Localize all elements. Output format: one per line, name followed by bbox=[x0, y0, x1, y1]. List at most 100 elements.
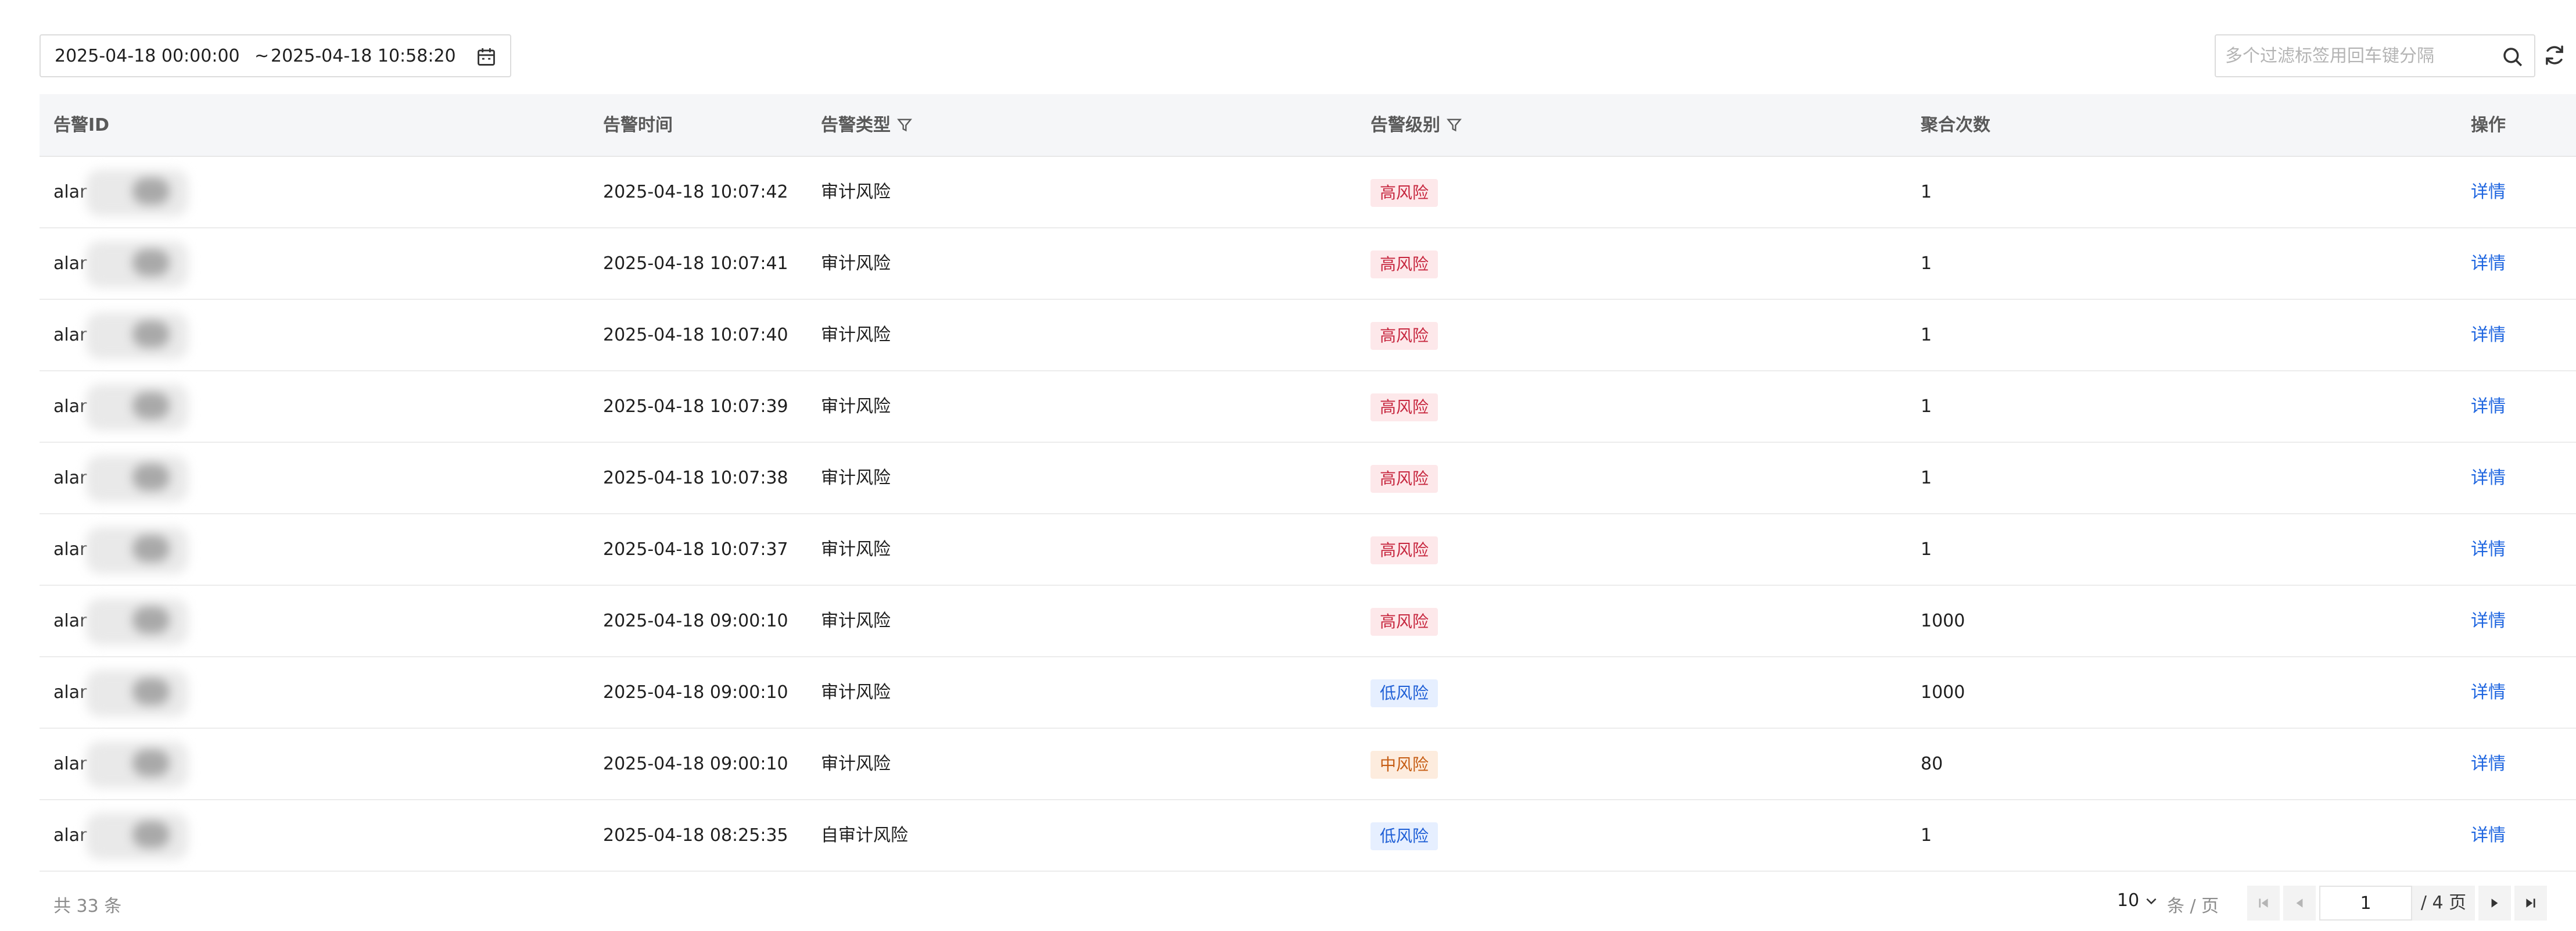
aggregate-count: 80 bbox=[1921, 754, 1943, 774]
detail-link[interactable]: 详情 bbox=[2471, 539, 2506, 560]
alert-id: alar bbox=[53, 325, 87, 345]
alert-time: 2025-04-18 10:07:38 bbox=[603, 468, 788, 488]
level-badge: 高风险 bbox=[1370, 321, 1438, 350]
table-row: alar 2025-04-18 08:25:35 自审计风险 低风险 1 详情 bbox=[40, 800, 2576, 872]
alert-id: alar bbox=[53, 182, 87, 202]
alert-type: 审计风险 bbox=[821, 396, 891, 417]
column-header-alert-level-label: 告警级别 bbox=[1370, 115, 1440, 135]
detail-link[interactable]: 详情 bbox=[2471, 253, 2506, 274]
refresh-icon[interactable] bbox=[2542, 43, 2567, 67]
aggregate-count: 1 bbox=[1921, 396, 1932, 417]
alert-time: 2025-04-18 09:00:10 bbox=[603, 754, 788, 774]
aggregate-count: 1 bbox=[1921, 539, 1932, 560]
current-page-input[interactable] bbox=[2319, 886, 2412, 921]
total-count: 共 33 条 bbox=[53, 896, 122, 916]
detail-link[interactable]: 详情 bbox=[2471, 682, 2506, 703]
level-badge: 中风险 bbox=[1370, 750, 1438, 779]
prev-page-icon bbox=[2296, 898, 2303, 908]
table-row: alar 2025-04-18 10:07:39 审计风险 高风险 1 详情 bbox=[40, 371, 2576, 443]
table-row: alar 2025-04-18 10:07:42 审计风险 高风险 1 详情 bbox=[40, 157, 2576, 228]
tag-filter-search[interactable] bbox=[2215, 34, 2535, 77]
level-badge: 高风险 bbox=[1370, 464, 1438, 493]
level-badge: 高风险 bbox=[1370, 536, 1438, 564]
column-header-alert-time: 告警时间 bbox=[603, 115, 673, 135]
prev-page-button[interactable] bbox=[2283, 886, 2316, 921]
first-page-button[interactable] bbox=[2247, 886, 2280, 921]
redaction-blur bbox=[86, 742, 188, 788]
table-row: alar 2025-04-18 09:00:10 审计风险 低风险 1000 详… bbox=[40, 657, 2576, 729]
redaction-blur bbox=[86, 670, 188, 717]
redaction-blur bbox=[86, 599, 188, 645]
level-badge: 高风险 bbox=[1370, 607, 1438, 636]
alert-id: alar bbox=[53, 539, 87, 560]
table-row: alar 2025-04-18 10:07:38 审计风险 高风险 1 详情 bbox=[40, 443, 2576, 514]
level-badge: 高风险 bbox=[1370, 393, 1438, 421]
alert-time: 2025-04-18 10:07:41 bbox=[603, 253, 788, 274]
last-page-icon bbox=[2526, 898, 2535, 908]
page-size-select[interactable]: 10 bbox=[2117, 890, 2159, 911]
level-badge: 高风险 bbox=[1370, 178, 1438, 207]
alert-id: alar bbox=[53, 825, 87, 846]
aggregate-count: 1 bbox=[1921, 253, 1932, 274]
redaction-blur bbox=[86, 813, 188, 860]
aggregate-count: 1000 bbox=[1921, 682, 1965, 703]
alert-type: 审计风险 bbox=[821, 325, 891, 345]
detail-link[interactable]: 详情 bbox=[2471, 611, 2506, 631]
total-pages: / 4 页 bbox=[2412, 886, 2475, 921]
page-size-unit: 条 / 页 bbox=[2167, 896, 2219, 916]
alert-time: 2025-04-18 10:07:42 bbox=[603, 182, 788, 202]
aggregate-count: 1000 bbox=[1921, 611, 1965, 631]
alert-time: 2025-04-18 10:07:37 bbox=[603, 539, 788, 560]
alert-time: 2025-04-18 10:07:40 bbox=[603, 325, 788, 345]
column-header-alert-type: 告警类型 bbox=[821, 94, 913, 157]
level-badge: 低风险 bbox=[1370, 822, 1438, 850]
last-page-button[interactable] bbox=[2514, 886, 2547, 921]
level-badge: 高风险 bbox=[1370, 250, 1438, 278]
redaction-blur bbox=[86, 527, 188, 574]
alert-id: alar bbox=[53, 754, 87, 774]
alert-type: 审计风险 bbox=[821, 468, 891, 488]
column-header-actions: 操作 bbox=[2471, 115, 2506, 135]
filter-icon[interactable] bbox=[1446, 117, 1462, 133]
aggregate-count: 1 bbox=[1921, 468, 1932, 488]
alert-time: 2025-04-18 08:25:35 bbox=[603, 825, 788, 846]
chevron-down-icon[interactable] bbox=[2144, 893, 2159, 908]
table-row: alar 2025-04-18 10:07:40 审计风险 高风险 1 详情 bbox=[40, 300, 2576, 371]
alert-type: 审计风险 bbox=[821, 253, 891, 274]
alert-id: alar bbox=[53, 682, 87, 703]
alert-id: alar bbox=[53, 396, 87, 417]
table-row: alar 2025-04-18 10:07:37 审计风险 高风险 1 详情 bbox=[40, 514, 2576, 586]
detail-link[interactable]: 详情 bbox=[2471, 396, 2506, 417]
search-icon[interactable] bbox=[2500, 45, 2525, 69]
detail-link[interactable]: 详情 bbox=[2471, 325, 2506, 345]
first-page-icon bbox=[2259, 898, 2268, 908]
alert-type: 审计风险 bbox=[821, 611, 891, 631]
alert-time: 2025-04-18 09:00:10 bbox=[603, 682, 788, 703]
table-row: alar 2025-04-18 09:00:10 审计风险 高风险 1000 详… bbox=[40, 586, 2576, 657]
alert-id: alar bbox=[53, 253, 87, 274]
aggregate-count: 1 bbox=[1921, 182, 1932, 202]
column-header-alert-type-label: 告警类型 bbox=[821, 115, 891, 135]
redaction-blur bbox=[86, 384, 188, 431]
detail-link[interactable]: 详情 bbox=[2471, 182, 2506, 202]
page-size-value[interactable]: 10 bbox=[2117, 890, 2139, 911]
date-end[interactable]: 2025-04-18 10:58:20 bbox=[271, 46, 456, 66]
date-start[interactable]: 2025-04-18 00:00:00 bbox=[55, 46, 240, 66]
calendar-icon[interactable] bbox=[475, 46, 497, 68]
detail-link[interactable]: 详情 bbox=[2471, 754, 2506, 774]
aggregate-count: 1 bbox=[1921, 825, 1932, 846]
filter-icon[interactable] bbox=[896, 117, 913, 133]
alert-type: 审计风险 bbox=[821, 182, 891, 202]
search-input[interactable] bbox=[2224, 38, 2494, 74]
next-page-button[interactable] bbox=[2478, 886, 2511, 921]
redaction-blur bbox=[86, 313, 188, 359]
detail-link[interactable]: 详情 bbox=[2471, 468, 2506, 488]
date-range-picker[interactable]: 2025-04-18 00:00:00 ~ 2025-04-18 10:58:2… bbox=[40, 34, 511, 77]
table-header: 告警ID 告警时间 告警类型 告警级别 聚合次数 操作 bbox=[40, 94, 2576, 157]
column-header-aggregate-count: 聚合次数 bbox=[1921, 115, 1990, 135]
alert-type: 审计风险 bbox=[821, 754, 891, 774]
alert-type: 审计风险 bbox=[821, 682, 891, 703]
detail-link[interactable]: 详情 bbox=[2471, 825, 2506, 846]
redaction-blur bbox=[86, 456, 188, 502]
alert-id: alar bbox=[53, 468, 87, 488]
